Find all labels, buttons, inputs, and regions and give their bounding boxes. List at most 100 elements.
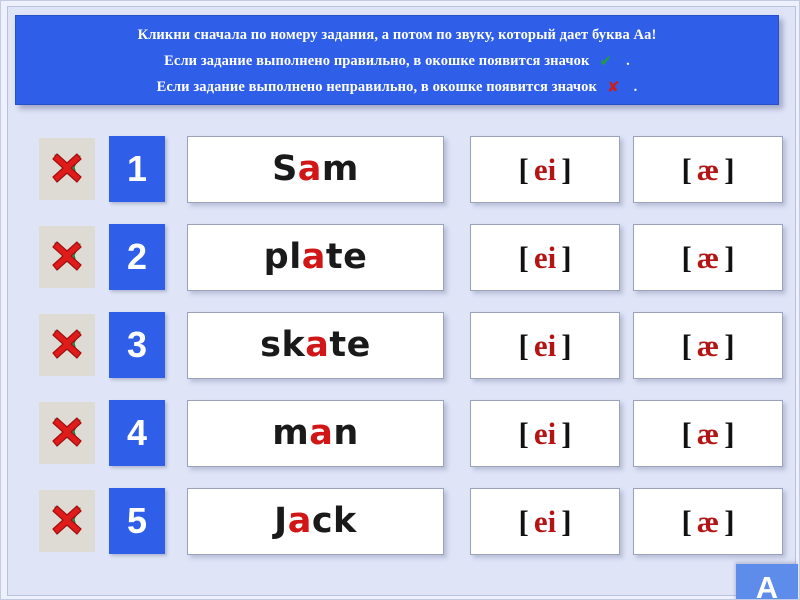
red-cross-green-check-icon <box>52 505 82 535</box>
task-number-button-4[interactable]: 4 <box>109 400 165 466</box>
word-suffix: m <box>321 149 359 189</box>
bracket-close: ] <box>724 152 735 187</box>
phonetic-symbol: æ <box>696 328 720 363</box>
task-row-3: 3 skate [ei] [æ] <box>1 311 799 381</box>
sound-option-ei[interactable]: [ei] <box>470 488 620 555</box>
instruction-line-2: Если задание выполнено правильно, в окош… <box>164 48 630 74</box>
check-icon: ✔ <box>599 52 613 70</box>
sound-option-ae[interactable]: [æ] <box>633 224 783 291</box>
task-number-button-5[interactable]: 5 <box>109 488 165 554</box>
sound-option-ae[interactable]: [æ] <box>633 400 783 467</box>
phonetic-symbol: ei <box>533 328 557 363</box>
red-cross-green-check-icon <box>52 417 82 447</box>
sound-option-ei[interactable]: [ei] <box>470 136 620 203</box>
word-card[interactable]: plate <box>187 224 444 291</box>
instruction-line-3-period: . <box>633 79 638 95</box>
phonetic-symbol: ei <box>533 152 557 187</box>
slide-canvas: Кликни сначала по номеру задания, а пото… <box>0 0 800 600</box>
word-prefix: S <box>272 149 298 189</box>
word-card[interactable]: skate <box>187 312 444 379</box>
bracket-open: [ <box>518 328 529 363</box>
sound-option-ae[interactable]: [æ] <box>633 488 783 555</box>
bracket-close: ] <box>724 240 735 275</box>
task-number-button-3[interactable]: 3 <box>109 312 165 378</box>
word-highlight-letter: a <box>309 413 334 453</box>
cross-icon: ✘ <box>606 78 620 96</box>
sound-option-ei-text: [ei] <box>518 506 571 537</box>
status-result-box-2 <box>39 226 95 288</box>
word-text: plate <box>264 240 368 275</box>
bracket-open: [ <box>518 504 529 539</box>
red-cross-green-check-icon <box>52 153 82 183</box>
red-cross-green-check-icon <box>52 241 82 271</box>
bracket-close: ] <box>561 240 572 275</box>
bracket-open: [ <box>518 240 529 275</box>
word-highlight-letter: a <box>297 149 322 189</box>
word-card[interactable]: man <box>187 400 444 467</box>
bracket-close: ] <box>561 504 572 539</box>
task-row-4: 4 man [ei] [æ] <box>1 399 799 469</box>
instruction-line-3-text: Если задание выполнено неправильно, в ок… <box>156 79 597 95</box>
phonetic-symbol: ei <box>533 416 557 451</box>
bracket-open: [ <box>681 240 692 275</box>
word-suffix: te <box>329 325 371 365</box>
bracket-open: [ <box>681 328 692 363</box>
word-text: skate <box>260 328 371 363</box>
phonetic-symbol: æ <box>696 416 720 451</box>
word-card[interactable]: Jack <box>187 488 444 555</box>
status-result-box-1 <box>39 138 95 200</box>
word-text: man <box>272 416 359 451</box>
bracket-close: ] <box>561 416 572 451</box>
task-row-2: 2 plate [ei] [æ] <box>1 223 799 293</box>
sound-option-ae[interactable]: [æ] <box>633 312 783 379</box>
instruction-line-2-text: Если задание выполнено правильно, в окош… <box>164 53 590 69</box>
bracket-close: ] <box>724 504 735 539</box>
word-prefix: J <box>274 501 288 541</box>
phonetic-symbol: æ <box>696 152 720 187</box>
bracket-open: [ <box>681 504 692 539</box>
red-cross-green-check-icon <box>52 329 82 359</box>
sound-option-ae-text: [æ] <box>681 418 734 449</box>
word-highlight-letter: a <box>301 237 326 277</box>
phonetic-symbol: ei <box>533 504 557 539</box>
phonetic-symbol: ei <box>533 240 557 275</box>
bracket-close: ] <box>561 328 572 363</box>
word-highlight-letter: a <box>287 501 312 541</box>
word-highlight-letter: a <box>305 325 330 365</box>
sound-option-ei-text: [ei] <box>518 154 571 185</box>
instruction-line-2-period: . <box>626 53 630 69</box>
instruction-panel: Кликни сначала по номеру задания, а пото… <box>15 15 779 105</box>
word-suffix: te <box>325 237 368 277</box>
task-row-1: 1 Sam [ei] [æ] <box>1 135 799 205</box>
instruction-line-1: Кликни сначала по номеру задания, а пото… <box>137 27 657 43</box>
bracket-open: [ <box>518 152 529 187</box>
sound-option-ei[interactable]: [ei] <box>470 400 620 467</box>
letter-a-button[interactable]: A <box>736 564 798 599</box>
bracket-close: ] <box>561 152 572 187</box>
sound-option-ei-text: [ei] <box>518 330 571 361</box>
status-result-box-4 <box>39 402 95 464</box>
sound-option-ae-text: [æ] <box>681 154 734 185</box>
bracket-open: [ <box>681 152 692 187</box>
sound-option-ae-text: [æ] <box>681 242 734 273</box>
word-prefix: sk <box>260 325 306 365</box>
sound-option-ae[interactable]: [æ] <box>633 136 783 203</box>
bracket-close: ] <box>724 416 735 451</box>
sound-option-ae-text: [æ] <box>681 330 734 361</box>
word-card[interactable]: Sam <box>187 136 444 203</box>
word-prefix: m <box>272 413 310 453</box>
sound-option-ei-text: [ei] <box>518 418 571 449</box>
phonetic-symbol: æ <box>696 504 720 539</box>
task-number-button-1[interactable]: 1 <box>109 136 165 202</box>
sound-option-ei[interactable]: [ei] <box>470 312 620 379</box>
word-suffix: ck <box>311 501 357 541</box>
word-prefix: pl <box>263 237 302 277</box>
word-text: Jack <box>274 504 357 539</box>
phonetic-symbol: æ <box>696 240 720 275</box>
sound-option-ei[interactable]: [ei] <box>470 224 620 291</box>
word-text: Sam <box>272 152 359 187</box>
status-result-box-5 <box>39 490 95 552</box>
word-suffix: n <box>333 413 359 453</box>
task-number-button-2[interactable]: 2 <box>109 224 165 290</box>
status-result-box-3 <box>39 314 95 376</box>
